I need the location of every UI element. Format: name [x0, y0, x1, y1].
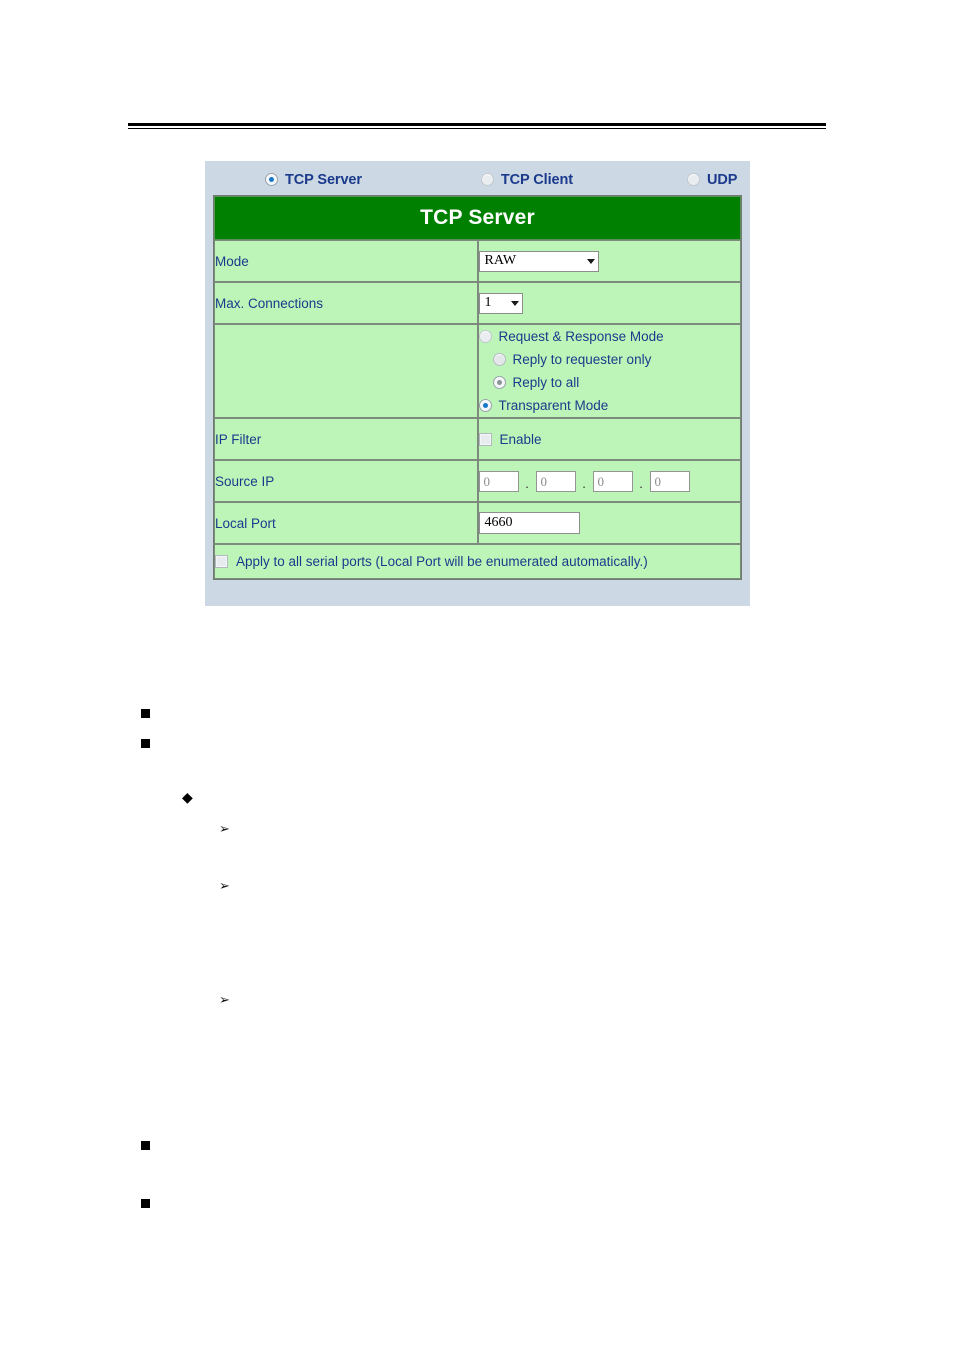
diamond-bullet-1: ◆	[182, 790, 193, 806]
ip-filter-label: IP Filter	[214, 418, 478, 460]
ip-separator: .	[525, 476, 529, 491]
table-row-mode: Mode RAW	[214, 240, 741, 282]
mode-value-cell: RAW	[477, 240, 741, 282]
protocol-option-tcp-server[interactable]: TCP Server	[265, 172, 362, 188]
table-row-apply-all: Apply to all serial ports (Local Port wi…	[214, 544, 741, 579]
max-connections-label: Max. Connections	[214, 282, 478, 324]
mode-option-label: Request & Response Mode	[498, 329, 664, 344]
protocol-option-label: UDP	[706, 171, 738, 188]
ip-filter-enable-option[interactable]: Enable	[478, 431, 741, 447]
radio-unselected-icon[interactable]	[492, 353, 506, 366]
mode-select[interactable]: RAW	[478, 250, 599, 272]
ip-separator: .	[639, 476, 643, 491]
mode-label: Mode	[214, 240, 478, 282]
radio-selected-icon[interactable]	[478, 399, 492, 412]
checkbox-unchecked-icon[interactable]	[215, 555, 228, 568]
tcp-server-form-table: TCP Server Mode RAW Max. Connections 1 R…	[213, 195, 742, 580]
max-connections-value-cell: 1	[477, 282, 741, 324]
panel-title-cell: TCP Server	[214, 196, 741, 240]
table-row-title: TCP Server	[214, 196, 741, 240]
max-connections-select-value: 1	[484, 295, 492, 310]
mode-option-transparent[interactable]: Transparent Mode	[478, 394, 741, 417]
page-header-rule	[128, 123, 826, 129]
local-port-input[interactable]: 4660	[478, 512, 580, 534]
arrow-bullet-2: ➢	[219, 879, 230, 894]
source-ip-octet-4[interactable]: 0	[649, 470, 690, 492]
square-bullet-2	[141, 739, 150, 748]
transfer-modes-label	[214, 324, 478, 418]
radio-unselected-icon[interactable]	[686, 173, 700, 186]
mode-option-reply-to-all[interactable]: Reply to all	[479, 371, 741, 394]
table-row-source-ip: Source IP 0 . 0 . 0 . 0	[214, 460, 741, 502]
chevron-down-icon	[510, 300, 519, 306]
transfer-modes-cell: Request & Response Mode Reply to request…	[477, 324, 741, 418]
arrow-bullet-1: ➢	[219, 822, 230, 837]
page-title: TCP Server	[420, 206, 535, 229]
ip-filter-value-cell: Enable	[477, 418, 741, 460]
radio-selected-icon[interactable]	[265, 173, 278, 186]
source-ip-label: Source IP	[214, 460, 478, 502]
ip-filter-enable-label: Enable	[499, 431, 542, 447]
mode-option-label: Reply to requester only	[512, 352, 652, 367]
table-row-max-connections: Max. Connections 1	[214, 282, 741, 324]
protocol-option-udp[interactable]: UDP	[686, 171, 738, 188]
apply-all-label: Apply to all serial ports (Local Port wi…	[236, 554, 648, 569]
source-ip-octet-3[interactable]: 0	[592, 470, 633, 492]
checkbox-unchecked-icon[interactable]	[478, 432, 492, 446]
mode-option-request-response[interactable]: Request & Response Mode	[478, 325, 741, 348]
source-ip-value-cell: 0 . 0 . 0 . 0	[477, 460, 741, 502]
mode-select-value: RAW	[484, 253, 517, 268]
mode-option-label: Reply to all	[512, 375, 580, 390]
local-port-label: Local Port	[214, 502, 478, 544]
square-bullet-1	[141, 709, 150, 718]
max-connections-select[interactable]: 1	[478, 292, 523, 314]
ip-separator: .	[582, 476, 586, 491]
tcp-server-settings-panel: TCP Server TCP Client UDP TCP Server Mod…	[205, 161, 750, 606]
table-row-local-port: Local Port 4660	[214, 502, 741, 544]
table-row-transfer-modes: Request & Response Mode Reply to request…	[214, 324, 741, 418]
local-port-value-cell: 4660	[477, 502, 741, 544]
source-ip-input-group: 0 . 0 . 0 . 0	[478, 465, 741, 497]
source-ip-octet-2[interactable]: 0	[535, 470, 576, 492]
square-bullet-3	[141, 1141, 150, 1150]
radio-unselected-icon[interactable]	[480, 173, 494, 186]
apply-all-option[interactable]: Apply to all serial ports (Local Port wi…	[215, 554, 740, 569]
mode-option-reply-requester-only[interactable]: Reply to requester only	[479, 348, 741, 371]
radio-unselected-icon[interactable]	[478, 330, 492, 343]
chevron-down-icon	[586, 258, 595, 264]
arrow-bullet-3: ➢	[219, 993, 230, 1008]
source-ip-octet-1[interactable]: 0	[478, 470, 519, 492]
protocol-option-tcp-client[interactable]: TCP Client	[480, 171, 573, 188]
radio-selected-icon[interactable]	[492, 376, 506, 389]
table-row-ip-filter: IP Filter Enable	[214, 418, 741, 460]
apply-all-cell: Apply to all serial ports (Local Port wi…	[214, 544, 741, 579]
protocol-selector: TCP Server TCP Client UDP	[213, 167, 742, 192]
square-bullet-4	[141, 1199, 150, 1208]
protocol-option-label: TCP Client	[500, 171, 573, 188]
mode-option-label: Transparent Mode	[498, 398, 609, 413]
protocol-option-label: TCP Server	[285, 171, 362, 188]
